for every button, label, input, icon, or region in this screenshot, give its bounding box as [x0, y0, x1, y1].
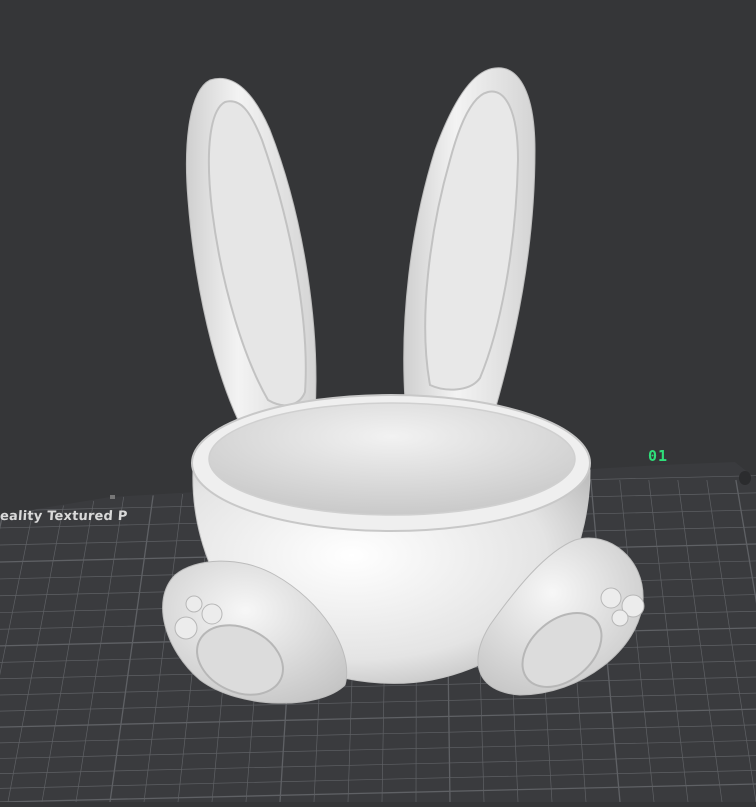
3d-viewport[interactable]: eality Textured P 01 [0, 0, 756, 802]
left-ear [186, 78, 317, 421]
right-ear [403, 67, 536, 411]
scene-canvas[interactable] [0, 0, 756, 802]
plate-corner-mark [739, 471, 751, 485]
plate-index-number[interactable]: 01 [648, 447, 668, 465]
build-plate-label: eality Textured P [0, 509, 129, 524]
bowl-cavity [208, 402, 576, 516]
bunny-bowl-model[interactable] [162, 67, 645, 708]
grid-line [0, 372, 756, 390]
